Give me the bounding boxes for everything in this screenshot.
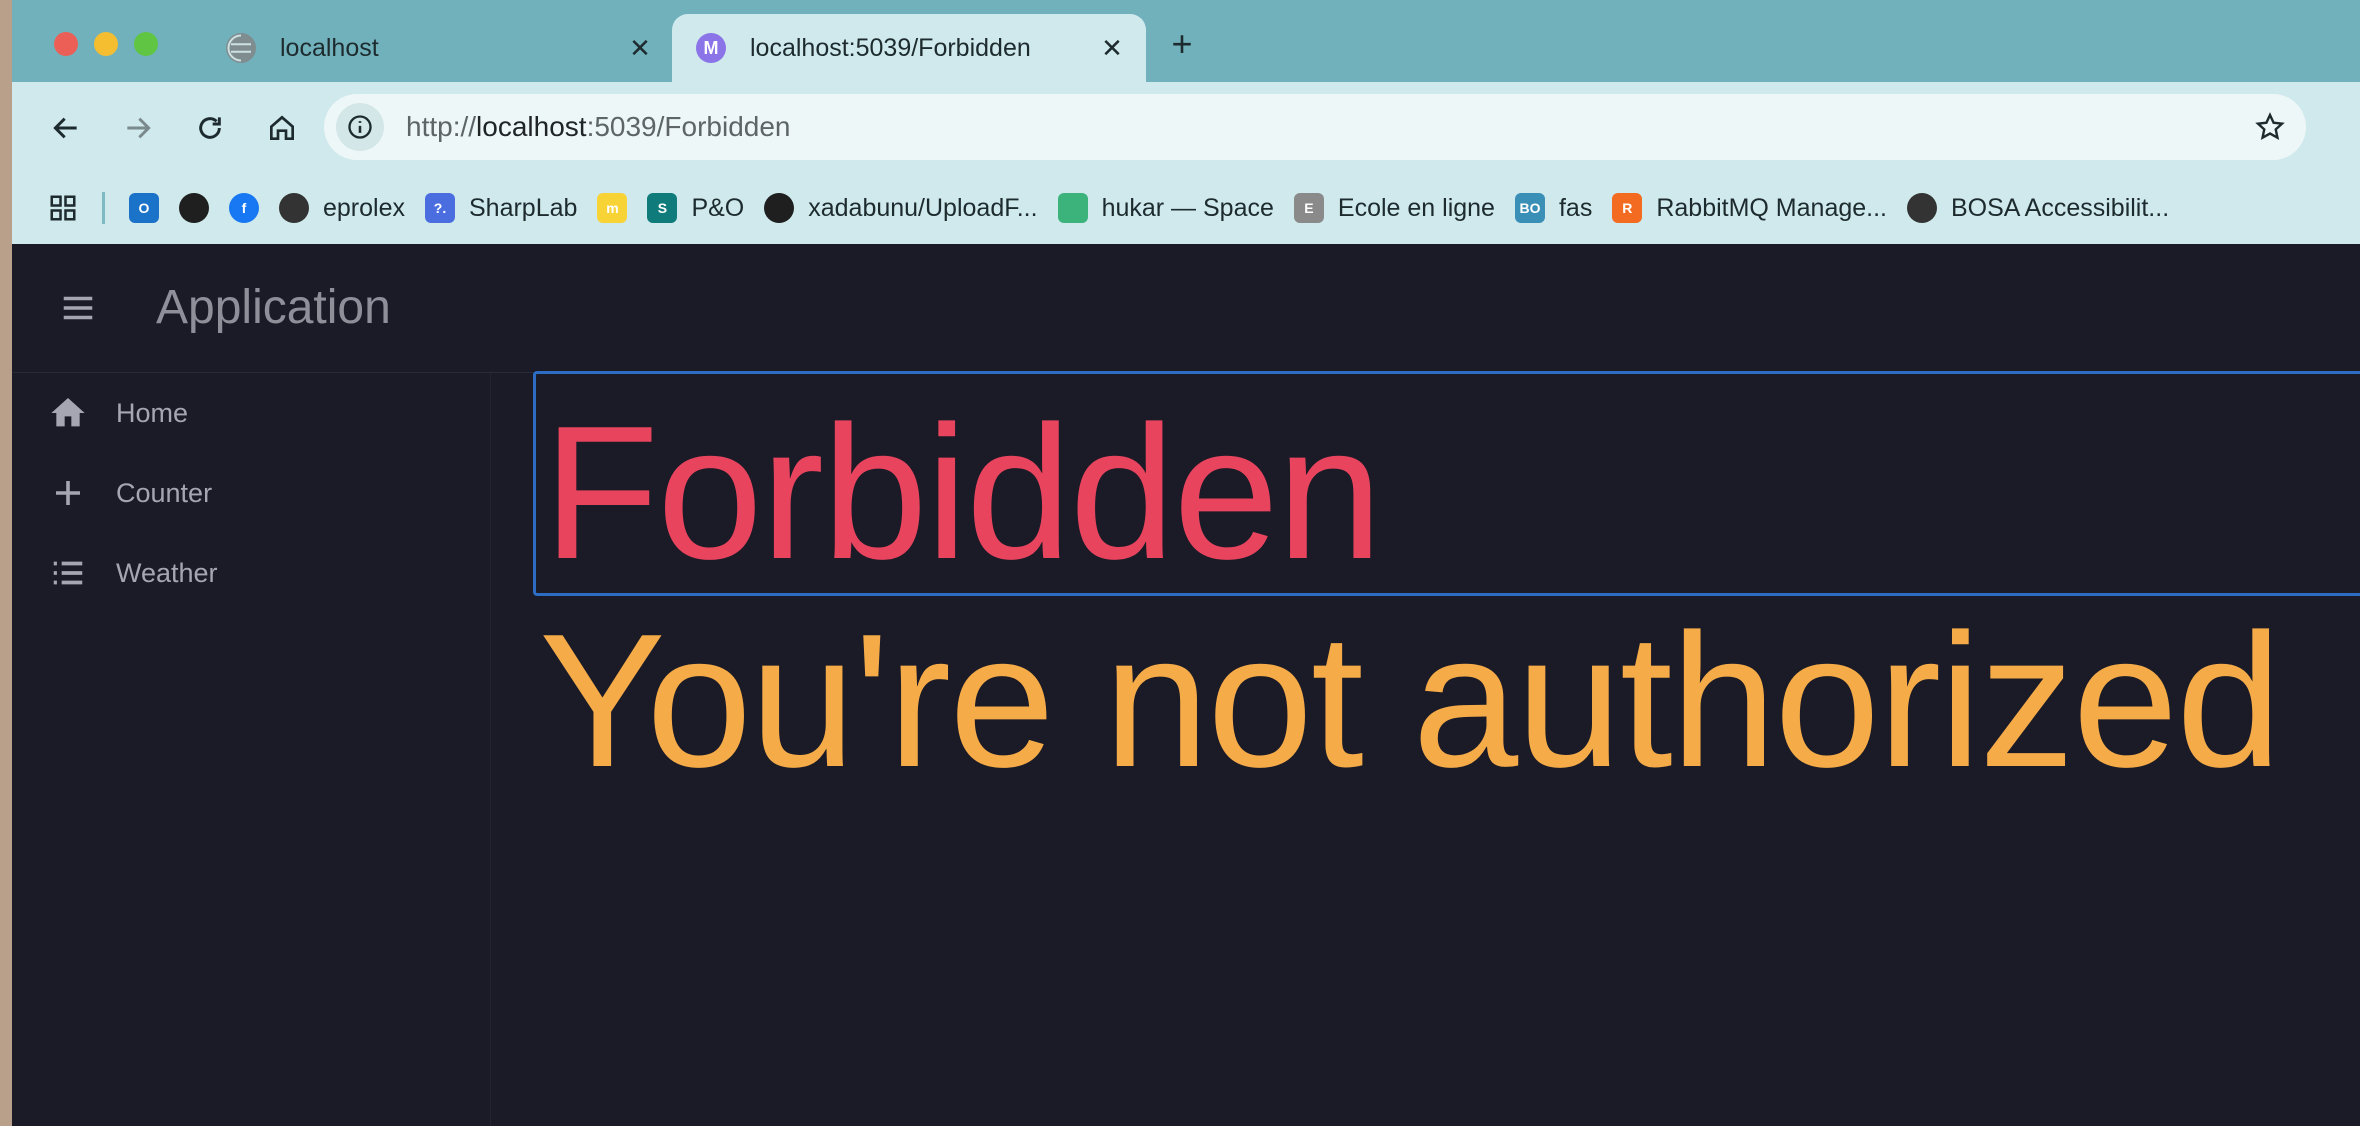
- main-content: Forbidden You're not authorized: [491, 371, 2360, 1126]
- bookmark-item[interactable]: S P&O: [637, 184, 754, 232]
- app-favicon-icon: M: [696, 33, 726, 63]
- url-scheme: http://: [406, 111, 477, 142]
- bookmark-label: xadabunu/UploadF...: [808, 193, 1038, 222]
- nav-label: Home: [116, 397, 189, 428]
- bookmark-label: P&O: [691, 193, 745, 222]
- nav-label: Counter: [116, 477, 213, 508]
- bookmark-star-icon[interactable]: [2252, 109, 2288, 145]
- nav-item-weather[interactable]: Weather: [12, 533, 490, 613]
- tab-localhost[interactable]: localhost ✕: [202, 14, 674, 82]
- globe-icon: [226, 33, 256, 63]
- address-bar[interactable]: http://localhost:5039/Forbidden: [324, 94, 2306, 160]
- bookmark-item[interactable]: E Ecole en ligne: [1284, 184, 1505, 232]
- nav-label: Weather: [116, 557, 218, 588]
- url-host: localhost: [476, 111, 587, 142]
- facebook-icon: f: [229, 193, 259, 223]
- bookmark-item[interactable]: BOSA Accessibilit...: [1897, 184, 2179, 232]
- home-outline-icon: [270, 115, 294, 140]
- bookmark-item[interactable]: BO fas: [1505, 184, 1602, 232]
- maximize-window-button[interactable]: [134, 32, 158, 56]
- back-button[interactable]: [44, 106, 88, 150]
- forward-button[interactable]: [116, 106, 160, 150]
- app: Application Home Counter Weather Forbidd…: [12, 244, 2360, 1126]
- nav-drawer: Home Counter Weather: [12, 373, 491, 1126]
- bookmark-item[interactable]: eprolex: [269, 184, 415, 232]
- plus-icon: [44, 469, 92, 517]
- app-bar: Application: [12, 244, 2360, 373]
- bookmark-label: SharpLab: [469, 193, 578, 222]
- browser-toolbar: http://localhost:5039/Forbidden: [12, 82, 2360, 172]
- bookmark-label: fas: [1558, 193, 1593, 222]
- school-icon: E: [1293, 193, 1324, 223]
- bookmark-label: hukar — Space: [1101, 193, 1274, 222]
- forward-arrow-icon: [127, 117, 151, 139]
- bosa-icon: BO: [1514, 193, 1545, 223]
- url-text[interactable]: http://localhost:5039/Forbidden: [406, 94, 791, 160]
- minimize-window-button[interactable]: [94, 32, 118, 56]
- close-window-button[interactable]: [54, 32, 78, 56]
- github-icon: [179, 193, 209, 223]
- sharepoint-icon: S: [647, 193, 678, 223]
- rabbitmq-icon: R: [1612, 193, 1643, 223]
- bookmark-item[interactable]: m: [587, 184, 637, 232]
- bookmark-label: RabbitMQ Manage...: [1656, 193, 1887, 222]
- apps-grid-icon: [50, 195, 76, 221]
- github-icon: [764, 193, 795, 223]
- bookmark-item[interactable]: xadabunu/UploadF...: [754, 184, 1047, 232]
- site-info-icon[interactable]: [336, 103, 384, 151]
- tab-label: localhost:5039/Forbidden: [750, 33, 1031, 62]
- bookmarks-separator: [102, 192, 105, 224]
- reload-icon: [199, 117, 221, 139]
- globe-icon: [1907, 193, 1937, 223]
- tab-label: localhost: [280, 33, 379, 62]
- browser-window: localhost ✕ M localhost:5039/Forbidden ✕…: [12, 0, 2360, 1126]
- bookmark-label: eprolex: [323, 193, 405, 222]
- outlook-icon: O: [129, 193, 159, 223]
- home-button[interactable]: [260, 106, 304, 150]
- bookmark-label: Ecole en ligne: [1337, 193, 1495, 222]
- bookmark-item[interactable]: [169, 184, 219, 232]
- space-icon: [1057, 193, 1088, 223]
- list-icon: [44, 549, 92, 597]
- bookmarks-bar: Of eprolex?. SharpLab m S P&O xadabunu/UploadF…: [12, 172, 2360, 244]
- url-path: :5039/Forbidden: [586, 111, 791, 142]
- nav-item-home[interactable]: Home: [12, 373, 490, 453]
- new-tab-button[interactable]: +: [1160, 22, 1204, 66]
- globe-icon: [279, 193, 309, 223]
- bookmark-item[interactable]: ?. SharpLab: [415, 184, 587, 232]
- bookmark-label: BOSA Accessibilit...: [1951, 193, 2170, 222]
- bookmark-item[interactable]: R RabbitMQ Manage...: [1602, 184, 1897, 232]
- page-title: Forbidden: [543, 387, 1383, 599]
- tab-forbidden[interactable]: M localhost:5039/Forbidden ✕: [672, 14, 1146, 82]
- apps-button[interactable]: [12, 184, 88, 232]
- tab-strip: localhost ✕ M localhost:5039/Forbidden ✕…: [12, 0, 2360, 82]
- menu-icon[interactable]: [54, 284, 102, 332]
- home-icon: [44, 389, 92, 437]
- close-tab-icon[interactable]: ✕: [626, 34, 654, 62]
- reload-button[interactable]: [188, 106, 232, 150]
- bookmark-item[interactable]: hukar — Space: [1048, 184, 1284, 232]
- bookmark-item[interactable]: f: [219, 184, 269, 232]
- app-title: Application: [156, 281, 391, 334]
- close-tab-icon[interactable]: ✕: [1098, 34, 1126, 62]
- error-message: You're not authorized: [539, 595, 2282, 807]
- nav-item-counter[interactable]: Counter: [12, 453, 490, 533]
- sharplab-icon: ?.: [425, 193, 455, 223]
- back-arrow-icon: [53, 117, 77, 139]
- miro-icon: m: [597, 193, 628, 223]
- bookmark-item[interactable]: O: [119, 184, 169, 232]
